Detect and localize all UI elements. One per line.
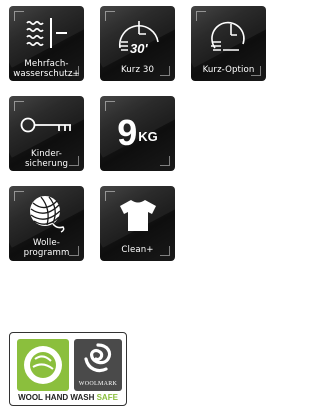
tile-capacity[interactable]: 9 KG	[100, 96, 175, 171]
tile-kurz-option[interactable]: Kurz-Option	[191, 6, 266, 81]
shirt-icon	[100, 198, 175, 232]
water-protection-icon	[9, 15, 84, 51]
wool-circle-logo	[17, 339, 69, 391]
wool-hand-wash-badge: WOOLMARK WOOL HAND WASH SAFE	[9, 332, 127, 406]
woolmark-text: WOOLMARK	[78, 381, 118, 387]
tile-kindersicherung[interactable]: Kinder- sicherung	[9, 96, 84, 171]
quick-option-icon	[191, 16, 266, 56]
wool-hand-wash-safe: SAFE	[96, 393, 118, 402]
tile-label: Kurz-Option	[202, 65, 255, 75]
tile-label: Clean+	[121, 245, 154, 255]
quick-wash-30-icon: 30'	[100, 12, 175, 60]
tile-kurz30[interactable]: 30' Kurz 30	[100, 6, 175, 81]
key-icon	[9, 116, 84, 134]
tile-label: Mehrfach- wasserschutz+	[13, 59, 80, 79]
wool-hand-wash-main: WOOL HAND WASH	[18, 393, 97, 402]
tile-label: Kurz 30	[120, 65, 155, 75]
woolmark-logo: WOOLMARK	[74, 339, 122, 391]
capacity-unit: KG	[138, 129, 158, 144]
tile-mehrfach-wasserschutz[interactable]: Mehrfach- wasserschutz+	[9, 6, 84, 81]
tile-wolle[interactable]: Wolle- programm	[9, 186, 84, 261]
tile-label: Wolle- programm	[23, 238, 70, 258]
capacity-number: 9	[117, 112, 138, 153]
quick-wash-30-text: 30'	[130, 41, 148, 56]
capacity-display: 9 KG	[100, 115, 175, 151]
tile-clean-plus[interactable]: Clean+	[100, 186, 175, 261]
wool-ball-icon	[9, 191, 84, 233]
tile-label: Kinder- sicherung	[24, 149, 69, 169]
wool-hand-wash-text: WOOL HAND WASH SAFE	[12, 393, 124, 403]
